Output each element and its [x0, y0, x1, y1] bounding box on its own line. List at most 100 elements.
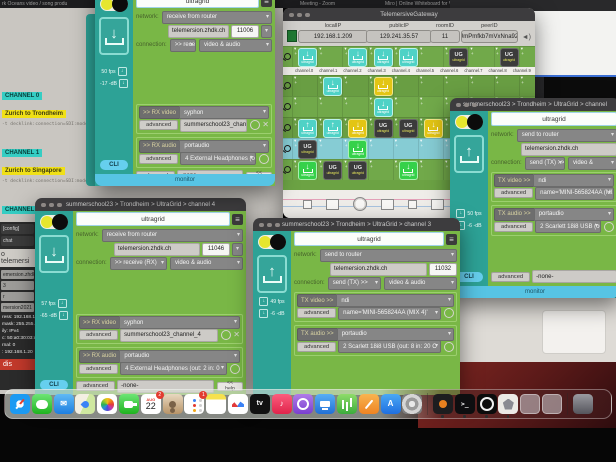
port-field[interactable]: 11046 — [202, 243, 230, 256]
connection-dropdown[interactable]: >> receive (RX) — [170, 39, 196, 52]
rx-audio-dropdown[interactable]: portaudio — [119, 350, 240, 363]
magnifier-icon[interactable] — [284, 124, 291, 131]
fps-button[interactable]: ↓ — [456, 209, 465, 218]
db-button[interactable]: ↓ — [259, 309, 268, 318]
ultragrid-arrow-icon[interactable]: ↓ultragrid — [298, 48, 317, 67]
radio-icon[interactable] — [259, 154, 269, 164]
roomid-field[interactable]: 11 — [430, 30, 460, 43]
connection-dropdown[interactable]: send (TX) >> — [328, 277, 381, 290]
close-x-icon[interactable]: ✕ — [262, 121, 269, 129]
magnifier-icon[interactable] — [284, 82, 291, 89]
window-controls[interactable] — [456, 103, 477, 108]
dock-keynote-icon[interactable] — [315, 394, 335, 414]
radio-icon[interactable] — [444, 342, 454, 352]
media-dropdown[interactable]: video & audio — [384, 277, 457, 290]
server-field[interactable]: telemersion.zhdk.ch — [521, 143, 616, 156]
minimize-icon[interactable] — [267, 223, 272, 228]
media-dropdown[interactable]: video & audio — [170, 257, 243, 270]
radio-icon[interactable] — [221, 330, 231, 340]
gateway-titlebar[interactable]: TelemersiveGateway — [283, 8, 535, 21]
dock-numbers-icon[interactable] — [337, 394, 357, 414]
rx-audio-dropdown[interactable]: portaudio — [179, 140, 269, 153]
port-dropdown-icon[interactable]: ▾ — [261, 25, 272, 38]
connection-dropdown[interactable]: >> receive (RX) — [110, 257, 167, 270]
ultragrid-ug-icon[interactable]: UGultragrid — [449, 48, 468, 67]
tx2-titlebar[interactable]: summerschool23 > Trondheim > UltraGrid >… — [450, 98, 616, 111]
tx-video-dropdown[interactable]: ndi — [533, 174, 614, 187]
console-field[interactable]: emersion.zhdk — [1, 270, 34, 279]
dock-contacts-icon[interactable] — [163, 394, 183, 414]
advanced-button[interactable]: advanced — [139, 154, 178, 164]
minimize-icon[interactable] — [464, 103, 469, 108]
ultragrid-name-box[interactable]: ultragrid — [491, 112, 616, 126]
ultragrid-arrow-icon[interactable]: ↑ultragrid — [323, 119, 342, 138]
window-controls[interactable] — [289, 13, 310, 18]
ultragrid-ug-icon[interactable]: UGultragrid — [298, 140, 317, 159]
radio-icon[interactable] — [604, 222, 614, 232]
ultragrid-name-box[interactable]: ultragrid — [294, 232, 444, 246]
dock-terminal-icon[interactable]: >_ — [455, 394, 475, 414]
magnifier-icon[interactable] — [284, 103, 291, 110]
ultragrid-arrow-icon[interactable]: ↓ultragrid — [374, 77, 393, 96]
dock-reminders-icon[interactable]: 1 — [184, 394, 204, 414]
dock-max-icon[interactable] — [498, 394, 518, 414]
browser-tab[interactable]: rk Oceans video / song produ — [2, 1, 67, 7]
ultragrid-arrow-icon[interactable]: ↑ultragrid — [298, 119, 317, 138]
radio-icon[interactable] — [230, 364, 240, 374]
hamburger-menu-icon[interactable]: ≡ — [232, 214, 243, 225]
none-field[interactable]: -none- — [532, 270, 616, 283]
hamburger-menu-icon[interactable]: ≡ — [446, 234, 457, 245]
dock-music-icon[interactable]: ♪ — [272, 394, 292, 414]
db-button[interactable]: ↓ — [59, 311, 68, 320]
dock-obs-icon[interactable] — [477, 394, 497, 414]
advanced-button[interactable]: advanced — [79, 364, 118, 374]
ultragrid-ug-icon[interactable]: UGultragrid — [500, 48, 519, 67]
localip-field[interactable]: 192.168.1.209 — [298, 30, 368, 43]
speaker-icon[interactable]: ◄) — [522, 34, 531, 41]
audio-device-dropdown[interactable]: 2 Scarlett 18i8 USB (out: 8 in: 20 C — [338, 340, 441, 353]
dock-messages-icon[interactable] — [32, 394, 52, 414]
tx-audio-dropdown[interactable]: portaudio — [534, 208, 614, 221]
dock-appletv-icon[interactable]: tv — [250, 394, 270, 414]
db-button[interactable]: ↓ — [119, 79, 128, 88]
console-field[interactable]: 3 — [1, 281, 34, 290]
peerid-field[interactable]: 5XiUmPmfkb7mVxNna92Ve8 — [461, 30, 518, 43]
ultragrid-arrow-icon[interactable]: ↓ultragrid — [348, 119, 367, 138]
console-button[interactable]: chat — [1, 236, 34, 246]
dock-notes-icon[interactable] — [206, 394, 226, 414]
tx-video-dropdown[interactable]: ndi — [336, 294, 454, 307]
port-field[interactable]: 11006 — [231, 25, 259, 38]
tx-audio-dropdown[interactable]: portaudio — [337, 328, 454, 341]
ultragrid-name-box[interactable]: ultragrid — [136, 0, 259, 8]
publicip-field[interactable]: 129.241.35.57 — [366, 30, 432, 43]
ultragrid-ug-icon[interactable]: UGultragrid — [374, 119, 393, 138]
ultragrid-arrow-icon[interactable]: ↓ultragrid — [348, 140, 367, 159]
server-field[interactable]: telemersion.zhdk.ch — [114, 243, 200, 256]
radio-icon[interactable] — [250, 120, 260, 130]
advanced-button[interactable]: advanced — [139, 120, 178, 130]
server-field[interactable]: telemersion.zhdk.ch — [168, 25, 229, 38]
advanced-button[interactable]: advanced — [297, 342, 336, 352]
advanced-button[interactable]: advanced — [491, 272, 530, 282]
tx3-titlebar[interactable]: summerschool23 > Trondheim > UltraGrid >… — [253, 218, 460, 231]
ultragrid-arrow-icon[interactable]: ↓ultragrid — [399, 48, 418, 67]
video-name-field[interactable]: summerschool23_channel_0 — [180, 119, 247, 132]
audio-device-dropdown[interactable]: 4 External Headphones (out: 2 in: 0 — [120, 362, 227, 375]
fps-button[interactable]: ↓ — [259, 297, 268, 306]
close-icon[interactable] — [259, 223, 264, 228]
magnifier-icon[interactable] — [284, 53, 291, 60]
power-toggle[interactable] — [455, 115, 483, 129]
ultragrid-arrow-icon[interactable]: ↓ultragrid — [323, 77, 342, 96]
rx-video-dropdown[interactable]: syphon — [119, 316, 240, 329]
dock-minimized2-icon[interactable] — [542, 394, 562, 414]
dock-mail-icon[interactable]: ✉ — [54, 394, 74, 414]
fps-button[interactable]: ↓ — [58, 299, 67, 308]
fps-button[interactable]: ↓ — [118, 67, 127, 76]
ultragrid-ug-icon[interactable]: UGultragrid — [399, 119, 418, 138]
dock-health-icon[interactable] — [228, 394, 248, 414]
ultragrid-ug-icon[interactable]: UGultragrid — [348, 161, 367, 180]
dock-pages-icon[interactable] — [359, 394, 379, 414]
radio-icon[interactable] — [444, 308, 454, 318]
hamburger-menu-icon[interactable]: ≡ — [261, 0, 272, 7]
dock-settings-icon[interactable] — [402, 394, 422, 414]
